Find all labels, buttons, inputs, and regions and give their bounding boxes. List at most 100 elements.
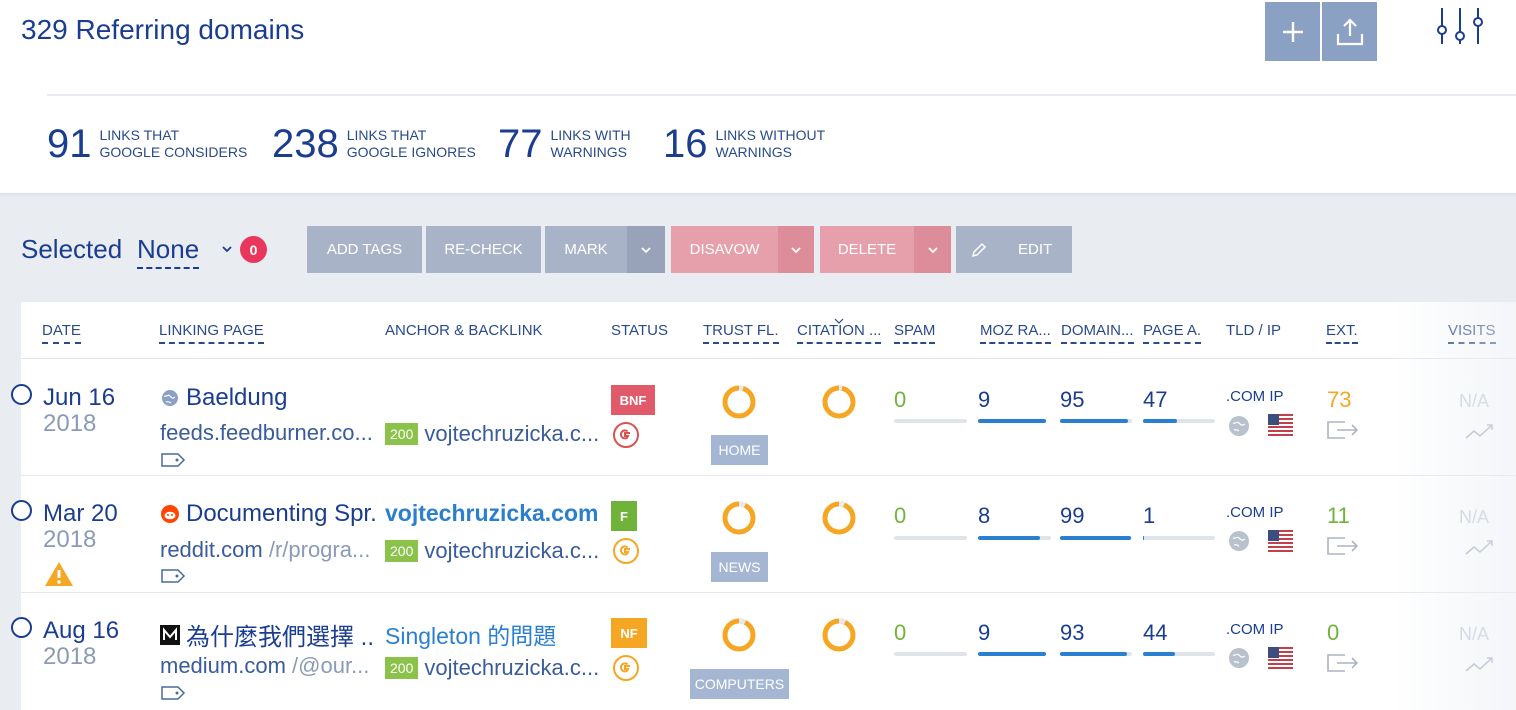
topic-badge: NEWS [711,552,768,582]
row-page-title[interactable]: 為什麼我們選擇 ... [160,617,375,652]
spam-score: 0 [894,387,907,412]
stat-label: LINKS WITHOUT WARNINGS [715,127,826,160]
edit-label: EDIT [1018,241,1053,258]
external-link-icon[interactable] [1327,421,1359,439]
trend-icon[interactable] [1465,655,1495,673]
row-url-domain: feeds.feedburner.co... [160,420,373,445]
row-backlink[interactable]: 200 vojtechruzicka.c... [385,538,604,564]
spam-score: 0 [894,503,907,528]
col-header-trust-flow[interactable]: TRUST FL. [703,322,779,344]
row-year: 2018 [43,526,97,553]
moz-rank: 8 [978,503,991,528]
spam-score: 0 [894,620,907,645]
row-page-title[interactable]: Documenting Spr... [160,500,375,528]
stat-google-ignores[interactable]: 238 LINKS THAT GOOGLE IGNORES [272,124,476,164]
col-header-date[interactable]: DATE [42,322,81,344]
add-tags-button[interactable]: ADD TAGS [307,226,422,273]
spam-bar [894,652,967,656]
upload-icon [1336,17,1363,45]
disavow-button[interactable]: DISAVOW [671,226,778,273]
globe-icon [1229,648,1249,668]
trend-icon[interactable] [1465,422,1495,440]
citation-flow-donut [822,618,856,652]
add-button[interactable] [1265,2,1320,61]
ext-links-count: 11 [1327,503,1350,528]
col-header-page-authority[interactable]: PAGE A. [1143,322,1202,344]
row-select-radio[interactable] [11,384,32,405]
mark-dropdown-button[interactable] [627,226,665,273]
tld-ip: .COM IP [1226,388,1284,405]
export-button[interactable] [1322,2,1377,61]
col-header-visits[interactable]: VISITS [1448,322,1496,344]
col-header-spam[interactable]: SPAM [894,322,936,344]
domain-authority: 93 [1060,620,1085,645]
page-authority-bar [1143,652,1215,656]
row-page-url[interactable]: medium.com /@our... [160,653,375,679]
col-header-tld-ip: TLD / IP [1226,322,1282,339]
row-page-url[interactable]: feeds.feedburner.co... [160,420,375,446]
col-header-moz-rank[interactable]: MOZ RA... [980,322,1051,344]
chevron-down-icon [641,246,651,253]
stat-without-warnings[interactable]: 16 LINKS WITHOUT WARNINGS [663,124,825,164]
row-select-radio[interactable] [11,617,32,638]
mark-button[interactable]: MARK [545,226,627,273]
row-page-title[interactable]: Baeldung [160,384,375,412]
visits-value: N/A [1459,624,1490,644]
col-header-ext[interactable]: EXT. [1326,322,1358,344]
row-page-url[interactable]: reddit.com /r/progra... [160,537,375,563]
google-icon [613,655,639,681]
col-header-linking-page[interactable]: LINKING PAGE [159,322,264,344]
row-date: Aug 16 [43,617,120,644]
topic-badge: HOME [711,435,768,465]
col-header-domain-authority[interactable]: DOMAIN... [1061,322,1134,344]
row-date: Mar 20 [43,500,118,527]
domain-authority: 95 [1060,387,1085,412]
delete-dropdown-button[interactable] [914,226,951,273]
edit-button[interactable]: EDIT [956,226,1072,273]
tag-icon[interactable] [160,568,186,584]
stat-number: 91 [47,122,92,166]
globe-icon [1229,531,1249,551]
page-authority: 47 [1143,387,1168,412]
row-year: 2018 [43,643,97,670]
delete-button[interactable]: DELETE [820,226,914,273]
trend-icon[interactable] [1465,538,1495,556]
row-backlink-url: vojtechruzicka.c... [424,655,600,680]
trust-flow-donut [722,501,756,535]
selected-count-badge: 0 [240,236,267,263]
tag-icon[interactable] [160,685,186,701]
stat-number: 16 [663,122,708,166]
stat-number: 77 [498,122,543,166]
stat-label: LINKS THAT GOOGLE IGNORES [346,127,476,160]
moz-rank: 9 [978,620,991,645]
spam-bar [894,419,967,423]
moz-rank-bar [978,652,1046,656]
row-page-title-text: Baeldung [186,384,288,411]
external-link-icon[interactable] [1327,654,1359,672]
row-anchor-text[interactable]: vojtechruzicka.com... [385,500,600,527]
page-title: 329 Referring domains [21,14,305,45]
external-link-icon[interactable] [1327,537,1359,555]
row-backlink[interactable]: 200 vojtechruzicka.c... [385,421,604,447]
stat-label: LINKS WITH WARNINGS [550,127,631,160]
row-url-path: /@our... [285,653,370,678]
domain-authority-bar [1060,536,1132,540]
col-header-status: STATUS [611,322,668,339]
spam-bar [894,536,967,540]
divider [47,94,1516,96]
tag-icon[interactable] [160,452,186,468]
stat-with-warnings[interactable]: 77 LINKS WITH WARNINGS [498,124,631,164]
globe-icon [1229,416,1249,436]
recheck-button[interactable]: RE-CHECK [426,226,541,273]
divider [21,358,1516,359]
row-backlink-url: vojtechruzicka.c... [424,421,600,446]
disavow-dropdown-button[interactable] [778,226,814,273]
row-anchor-text[interactable]: Singleton 的問題 [385,617,600,651]
selected-dropdown[interactable]: None [137,234,200,269]
chevron-down-icon[interactable] [220,242,234,256]
row-backlink[interactable]: 200 vojtechruzicka.c... [385,655,604,681]
citation-flow-donut [822,385,856,419]
stat-google-considers[interactable]: 91 LINKS THAT GOOGLE CONSIDERS [47,124,247,164]
settings-sliders-icon[interactable] [1436,6,1484,46]
row-select-radio[interactable] [11,500,32,521]
